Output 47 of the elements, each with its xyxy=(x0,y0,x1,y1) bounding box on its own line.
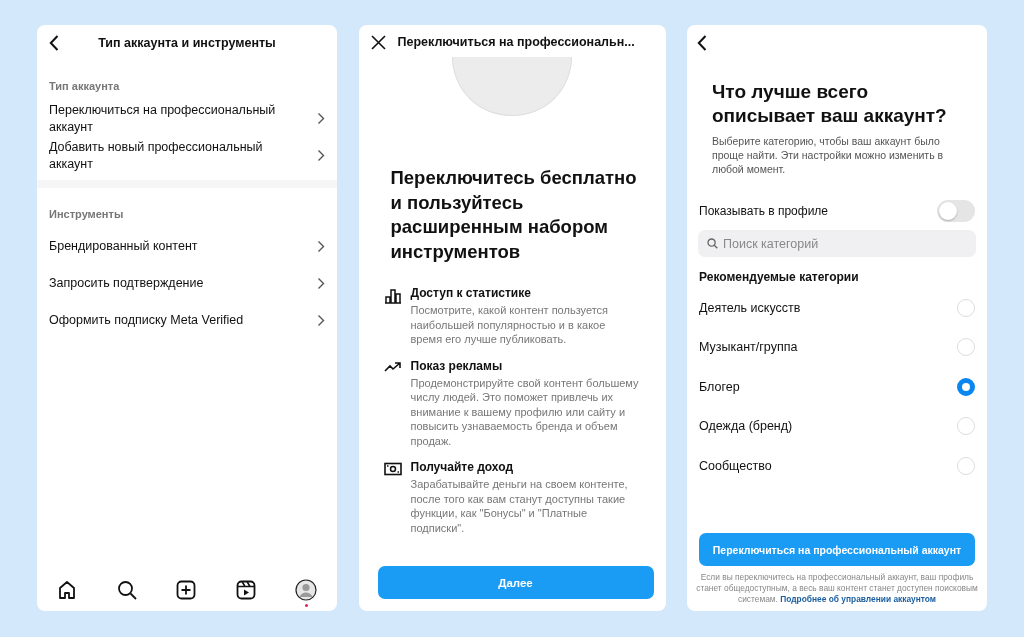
category-heading: Что лучше всего описывает ваш аккаунт? xyxy=(712,80,948,128)
feature-description: Посмотрите, какой контент пользуется наибольшей популярностью и в какое время его лучше публиковать. xyxy=(410,303,610,347)
feature-title: Показ рекламы xyxy=(410,358,504,373)
list-heading: Рекомендуемые категории xyxy=(699,270,860,284)
category-label: Блогер xyxy=(699,379,740,394)
show-in-profile-toggle[interactable] xyxy=(937,200,975,222)
chevron-right-icon xyxy=(317,277,325,290)
category-description: Выберите категорию, чтобы ваш аккаунт было проще найти. Эти настройки можно изменить в любой момент. xyxy=(712,134,945,176)
toggle-label: Показывать в профиле xyxy=(699,204,829,218)
category-label: Деятель искусств xyxy=(699,300,801,315)
learn-more-link[interactable]: Подробнее об управлении аккаунтом xyxy=(780,594,936,604)
bar-chart-icon xyxy=(383,288,402,304)
feature-title: Доступ к статистике xyxy=(410,286,532,300)
menu-item[interactable]: Добавить новый профессиональный аккаунт xyxy=(49,137,325,174)
intro-heading: Переключитесь бесплатно и пользуйтесь расширенным набором инструментов xyxy=(390,166,638,264)
search-field[interactable]: Поиск категорий xyxy=(698,230,976,257)
chevron-right-icon xyxy=(317,314,325,327)
menu-item[interactable]: Переключиться на профессиональный аккаунт xyxy=(49,100,325,137)
menu-item[interactable]: Брендированный контент xyxy=(49,228,325,265)
category-label: Музыкант/группа xyxy=(699,340,798,355)
screen-title: Тип аккаунта и инструменты xyxy=(97,36,277,50)
avatar-icon[interactable] xyxy=(295,579,317,601)
home-icon[interactable] xyxy=(57,580,77,600)
screen-title: Переключиться на профессиональн... xyxy=(397,35,635,49)
search-icon xyxy=(707,238,718,249)
chevron-right-icon xyxy=(317,149,325,162)
banknote-icon xyxy=(383,462,402,476)
footnote-text: Если вы переключитесь на профессиональный аккаунт, ваш профиль станет общедоступным, а весь ваш контент станет доступен поисковым системам. Подробнее об управлении аккаунтом xyxy=(695,572,979,605)
menu-item[interactable]: Оформить подписку Meta Verified xyxy=(49,302,325,339)
search-icon[interactable] xyxy=(116,580,137,600)
section-heading: Инструменты xyxy=(49,208,125,220)
category-label: Одежда (бренд) xyxy=(699,419,793,434)
feature-description: Зарабатывайте деньги на своем контенте, после того как вам станут доступны такие функции, как "Бонусы" и "Платные подписки". xyxy=(410,477,629,535)
trend-arrow-icon xyxy=(383,360,402,373)
feature-description: Продемонстрируйте свой контент большему числу людей. Это поможет привлечь их внимание к вашему профилю или сайту и повысить узнаваемость бренда и объем продаж. xyxy=(410,375,640,448)
plus-square-icon[interactable] xyxy=(176,580,196,600)
radio-button[interactable] xyxy=(957,377,975,396)
section-heading: Тип аккаунта xyxy=(49,80,121,92)
back-icon[interactable] xyxy=(49,35,59,51)
category-label: Сообщество xyxy=(699,458,772,473)
chevron-right-icon xyxy=(317,112,325,125)
chevron-right-icon xyxy=(317,240,325,253)
feature-title: Получайте доход xyxy=(410,460,514,474)
back-icon[interactable] xyxy=(697,35,707,51)
menu-item[interactable]: Запросить подтверждение xyxy=(49,265,325,302)
close-icon[interactable] xyxy=(370,34,386,50)
reels-icon[interactable] xyxy=(235,580,256,600)
